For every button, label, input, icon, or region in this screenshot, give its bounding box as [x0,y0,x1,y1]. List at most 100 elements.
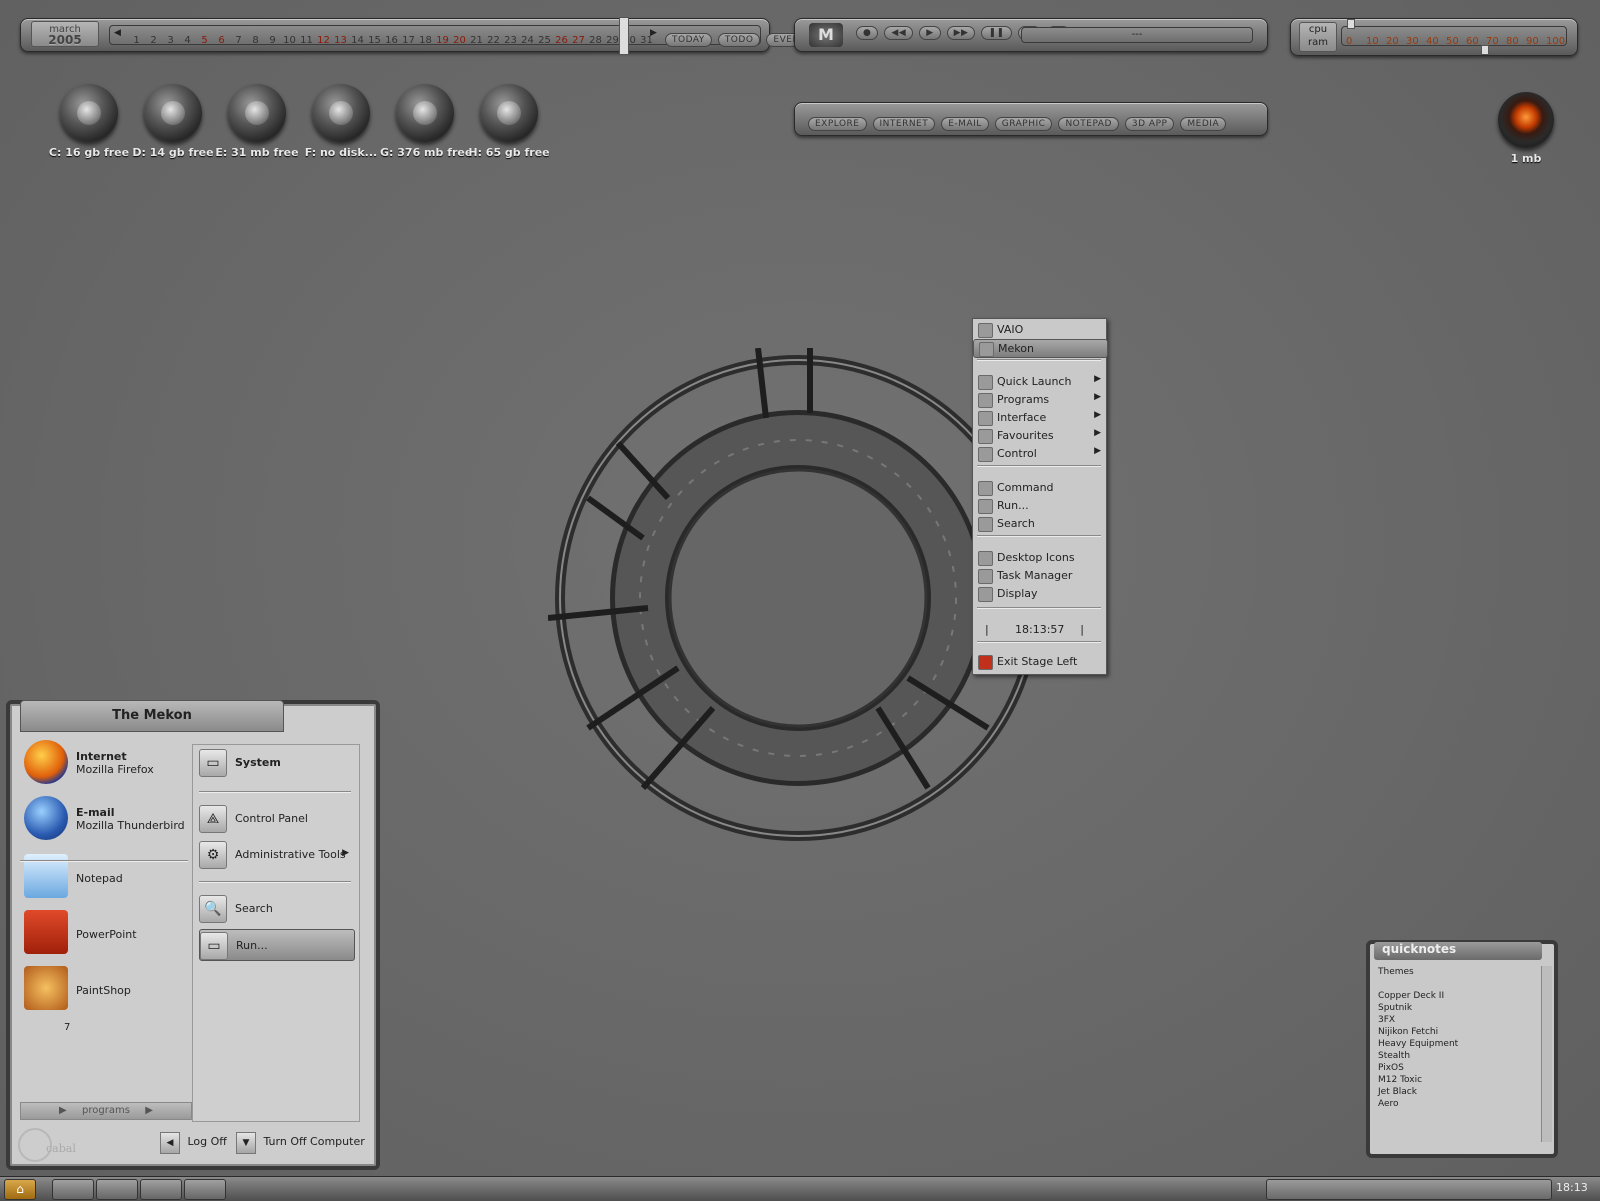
drive-label: C: 16 gb free [48,146,130,159]
calendar-day[interactable]: 8 [247,35,264,46]
quicknotes-scrollbar[interactable] [1541,966,1552,1142]
calendar-day[interactable]: 5 [196,35,213,46]
calendar-day[interactable]: 17 [400,35,417,46]
drive-1[interactable]: D: 14 gb free [128,84,218,159]
calendar-day[interactable]: 10 [281,35,298,46]
quicknotes-body[interactable]: Themes Copper Deck II Sputnik 3FX Nijikon F… [1378,966,1528,1110]
taskbar-app-firefox[interactable] [96,1179,138,1200]
calendar-day[interactable]: 22 [485,35,502,46]
calendar-day[interactable]: 2 [145,35,162,46]
submenu-arrow-icon: ▶ [342,848,349,858]
menu-item-command[interactable]: Command [973,479,1106,496]
taskbar-app-paintshop[interactable] [184,1179,226,1200]
calendar-day[interactable]: 1 [128,35,145,46]
taskbar-app-folder[interactable] [140,1179,182,1200]
menu-item-mekon[interactable]: Mekon [973,339,1108,358]
calendar-day[interactable]: 25 [536,35,553,46]
forward-icon[interactable]: ▶▶ [946,26,976,40]
menu-item-favourites[interactable]: Favourites ▶ [973,427,1106,444]
app-icon [24,966,68,1010]
menu-item-display[interactable]: Display [973,585,1106,602]
calendar-marker [619,17,629,55]
launch-explore[interactable]: EXPLORE [808,117,867,131]
play-icon[interactable]: ▶ [919,26,941,40]
launch-graphic[interactable]: GRAPHIC [994,117,1053,131]
menu-item-programs[interactable]: Programs ▶ [973,391,1106,408]
start-right-item-administrative-tools[interactable]: ⚙ Administrative Tools ▶ [199,839,353,869]
taskbar-app-1[interactable] [52,1179,94,1200]
menu-item-vaio[interactable]: VAIO [973,321,1106,338]
turnoff-button[interactable]: ▼ Turn Off Computer [236,1132,366,1154]
start-left-item-mozilla-thunderbird[interactable]: E-mail Mozilla Thunderbird [20,794,190,846]
rewind-icon[interactable]: ◀◀ [884,26,914,40]
drive-0[interactable]: C: 16 gb free [44,84,134,159]
menu-item-search[interactable]: Search [973,515,1106,532]
start-button[interactable]: ⌂ [4,1179,36,1200]
menu-item-desktop-icons[interactable]: Desktop Icons [973,549,1106,566]
programs-button[interactable]: ▶ programs ▶ [20,1102,192,1120]
calendar-day[interactable]: 11 [298,35,315,46]
menu-item-exit-stage-left[interactable]: Exit Stage Left [973,653,1106,670]
calendar-day[interactable]: 24 [519,35,536,46]
calendar-day[interactable]: 14 [349,35,366,46]
programs-right-icon: ▶ [145,1105,153,1116]
calendar-day[interactable]: 18 [417,35,434,46]
launch-bar: EXPLORE INTERNET E-MAIL GRAPHIC NOTEPAD 3D AP… [794,102,1268,136]
drive-knob-icon [228,84,286,142]
run-icon: ▭ [200,932,228,960]
launch-notepad[interactable]: NOTEPAD [1058,117,1119,131]
menu-item-interface[interactable]: Interface ▶ [973,409,1106,426]
launch-e-mail[interactable]: E-MAIL [941,117,989,131]
calendar-day[interactable]: 6 [213,35,230,46]
calendar-day[interactable]: 3 [162,35,179,46]
menu-item-label: Control [997,447,1037,460]
menu-item-icon [978,375,993,390]
drive-3[interactable]: F: no disk... [296,84,386,159]
programs-label: programs [82,1105,130,1116]
calendar-day[interactable]: 12 [315,35,332,46]
calendar-day[interactable]: 21 [468,35,485,46]
menu-item-control[interactable]: Control ▶ [973,445,1106,462]
start-right-item-system[interactable]: ▭ System [199,747,353,777]
start-right-item-run-[interactable]: ▭ Run... [199,929,355,961]
start-right-label: Control Panel [235,812,308,825]
launch-media[interactable]: MEDIA [1180,117,1227,131]
calendar-day[interactable]: 4 [179,35,196,46]
start-left-item-mozilla-firefox[interactable]: Internet Mozilla Firefox [20,738,190,790]
monitor-scale-tick: 80 [1506,36,1519,47]
calendar-day[interactable]: 20 [451,35,468,46]
calendar-day[interactable]: 7 [230,35,247,46]
logoff-button[interactable]: ◀ Log Off [160,1132,232,1154]
calendar-prev-icon[interactable]: ◀ [114,28,121,38]
menu-item-task-manager[interactable]: Task Manager [973,567,1106,584]
record-icon[interactable]: ● [856,26,879,40]
calendar-day[interactable]: 23 [502,35,519,46]
calendar-day[interactable]: 28 [587,35,604,46]
pause-icon[interactable]: ❚❚ [981,26,1012,40]
calendar-button-today[interactable]: TODAY [665,33,712,47]
recycle-bin[interactable]: 1 mb [1498,92,1554,165]
menu-item-icon [978,447,993,462]
calendar-day[interactable]: 26 [553,35,570,46]
launch-3d-app[interactable]: 3D APP [1124,117,1175,131]
drive-4[interactable]: G: 376 mb free [380,84,472,159]
calendar-day[interactable]: 16 [383,35,400,46]
start-right-item-control-panel[interactable]: ⟁ Control Panel [199,803,353,833]
calendar-button-todo[interactable]: TODO [717,33,761,47]
calendar-day[interactable]: 9 [264,35,281,46]
start-right-item-search[interactable]: 🔍 Search [199,893,353,923]
calendar-day[interactable]: 13 [332,35,349,46]
calendar-day[interactable]: 27 [570,35,587,46]
media-logo-icon[interactable]: M [809,23,843,47]
start-left-item-powerpoint[interactable]: PowerPoint [20,908,190,960]
calendar-day[interactable]: 15 [366,35,383,46]
start-left-item-paintshop[interactable]: PaintShop [20,964,190,1016]
menu-item-quick-launch[interactable]: Quick Launch ▶ [973,373,1106,390]
drive-5[interactable]: H: 65 gb free [464,84,554,159]
launch-internet[interactable]: INTERNET [872,117,936,131]
drive-2[interactable]: E: 31 mb free [212,84,302,159]
calendar-day[interactable]: 19 [434,35,451,46]
taskbar-clock: 18:13 [1556,1181,1588,1194]
calendar-next-icon[interactable]: ▶ [650,28,657,38]
menu-item-run-[interactable]: Run... [973,497,1106,514]
